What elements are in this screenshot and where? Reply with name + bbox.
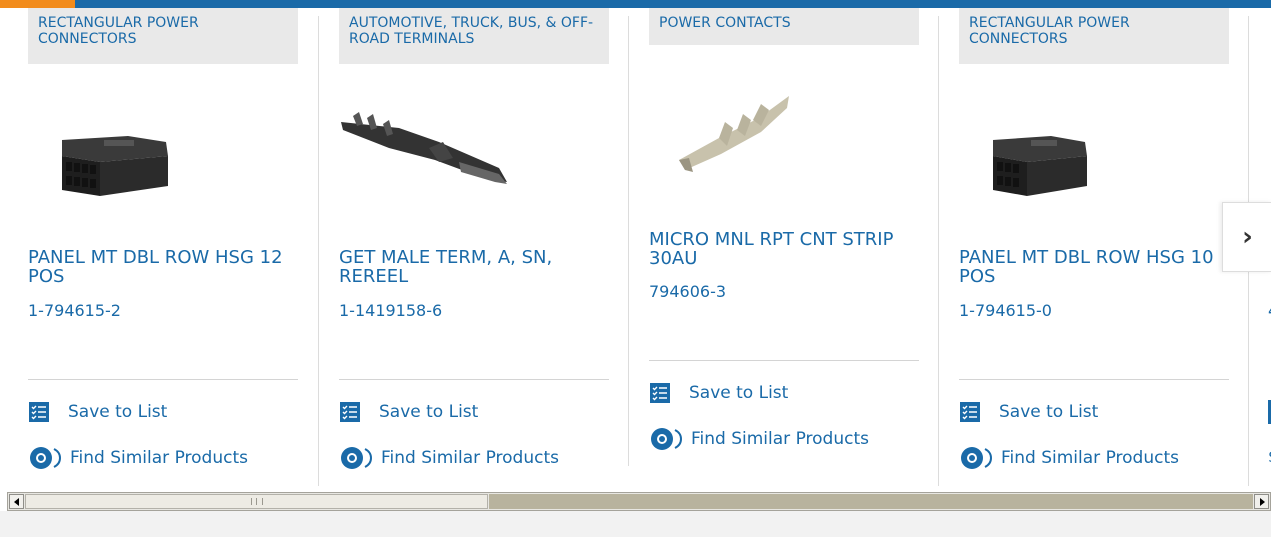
save-to-list-label: Save to List bbox=[68, 402, 168, 422]
card-separator bbox=[318, 16, 319, 486]
carousel-next-button[interactable]: › bbox=[1222, 202, 1271, 272]
find-similar-products-label: Find Similar Products bbox=[381, 448, 559, 468]
horizontal-scrollbar[interactable] bbox=[7, 492, 1271, 511]
find-similar-icon bbox=[649, 428, 687, 450]
find-similar-products-label: Find Similar Products bbox=[1001, 448, 1179, 468]
card-separator bbox=[938, 16, 939, 486]
product-card: RECTANGULAR POWER CONNECTORS PANEL MT DB… bbox=[959, 8, 1229, 486]
category-label[interactable]: POWER CONTACTS bbox=[649, 8, 919, 45]
save-to-list-button[interactable]: Save to List bbox=[339, 399, 478, 425]
product-card: POWER CONTACTS MICRO MNL RPT CNT STRIP 3… bbox=[649, 8, 919, 486]
find-similar-products-button[interactable]: Find Similar Products bbox=[28, 445, 248, 471]
product-name[interactable]: PANEL MT DBL ROW HSG 12 POS bbox=[28, 248, 298, 286]
checklist-icon bbox=[28, 401, 50, 423]
save-to-list-label: Save to List bbox=[999, 402, 1099, 422]
category-label[interactable]: AUTOMOTIVE, TRUCK, BUS, & OFF-ROAD TERMI… bbox=[339, 8, 609, 64]
part-number[interactable]: 794606-3 bbox=[649, 282, 726, 301]
scroll-right-arrow[interactable] bbox=[1254, 494, 1269, 509]
product-name[interactable]: PANEL MT DBL ROW HSG 10 POS bbox=[959, 248, 1229, 286]
checklist-icon bbox=[959, 401, 981, 423]
product-carousel: RECTANGULAR POWER CONNECTORS PANEL MT DB… bbox=[0, 8, 1271, 486]
category-label[interactable]: RECTANGULAR POWER CONNECTORS bbox=[959, 8, 1229, 64]
part-number[interactable]: 1-1419158-6 bbox=[339, 301, 442, 320]
save-to-list-button[interactable]: Save to List bbox=[28, 399, 167, 425]
product-name[interactable]: GET MALE TERM, A, SN, REREEL bbox=[339, 248, 609, 286]
card-separator bbox=[628, 16, 629, 466]
scroll-left-arrow[interactable] bbox=[9, 494, 24, 509]
chevron-right-icon: › bbox=[1242, 222, 1253, 252]
card-divider bbox=[28, 379, 298, 380]
find-similar-products-label: Find Similar Products bbox=[691, 429, 869, 449]
card-divider bbox=[649, 360, 919, 361]
card-divider bbox=[959, 379, 1229, 380]
save-to-list-label: Save to List bbox=[379, 402, 479, 422]
scrollbar-thumb[interactable] bbox=[25, 494, 488, 509]
find-similar-products-label: Find Similar Products bbox=[70, 448, 248, 468]
grip-icon bbox=[250, 498, 263, 505]
product-image[interactable] bbox=[28, 78, 298, 228]
save-to-list-button[interactable]: Save to List bbox=[959, 399, 1098, 425]
card-divider bbox=[339, 379, 609, 380]
find-similar-icon bbox=[959, 447, 997, 469]
find-similar-products-button[interactable]: Find Similar Products bbox=[649, 426, 869, 452]
find-similar-products-button[interactable]: Find Similar Products bbox=[959, 445, 1179, 471]
checklist-icon bbox=[649, 382, 671, 404]
product-image[interactable] bbox=[649, 60, 919, 210]
find-similar-products-button[interactable]: Find Similar Products bbox=[339, 445, 559, 471]
scrollbar-track[interactable] bbox=[489, 494, 1253, 509]
part-number[interactable]: 1-794615-2 bbox=[28, 301, 121, 320]
find-similar-icon bbox=[28, 447, 66, 469]
category-label[interactable]: RECTANGULAR POWER CONNECTORS bbox=[28, 8, 298, 64]
part-number[interactable]: 1-794615-0 bbox=[959, 301, 1052, 320]
product-image[interactable] bbox=[339, 78, 609, 228]
product-image[interactable] bbox=[959, 78, 1229, 228]
save-to-list-button[interactable]: Save to List bbox=[649, 380, 788, 406]
top-accent-bar bbox=[0, 0, 1271, 8]
find-similar-icon bbox=[339, 447, 377, 469]
product-card: RECTANGULAR POWER CONNECTORS PANEL MT DB… bbox=[28, 8, 298, 486]
checklist-icon bbox=[339, 401, 361, 423]
top-accent-orange bbox=[0, 0, 75, 8]
product-name[interactable]: MICRO MNL RPT CNT STRIP 30AU bbox=[649, 230, 919, 268]
product-card: AUTOMOTIVE, TRUCK, BUS, & OFF-ROAD TERMI… bbox=[339, 8, 609, 486]
save-to-list-label: Save to List bbox=[689, 383, 789, 403]
bottom-area bbox=[0, 511, 1271, 537]
